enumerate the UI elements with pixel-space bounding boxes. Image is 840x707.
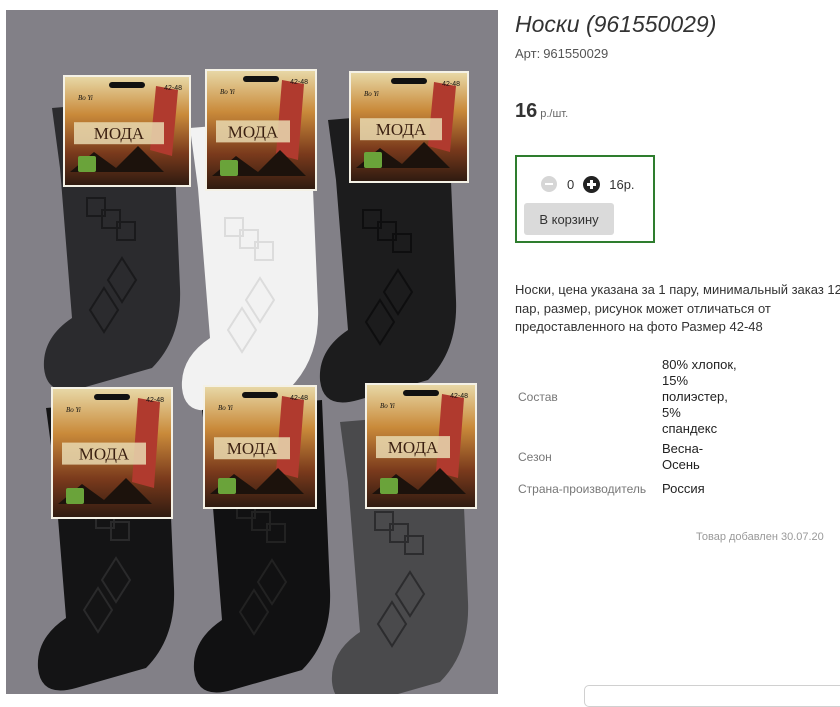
brand-text: МОДА bbox=[388, 438, 439, 457]
price-value: 16 bbox=[515, 100, 538, 122]
maker-text: Bo Yi bbox=[380, 402, 395, 410]
spec-value-line: 15% bbox=[662, 373, 689, 388]
brand-text: МОДА bbox=[227, 439, 278, 458]
quantity-value[interactable]: 0 bbox=[567, 177, 574, 192]
hang-hole bbox=[243, 76, 279, 82]
spec-value-country: Россия bbox=[662, 481, 705, 497]
quality-badge bbox=[66, 488, 84, 504]
package-label: МОДА 42-48 Bo Yi bbox=[51, 387, 173, 519]
spec-label-country: Страна-производитель bbox=[518, 482, 647, 496]
size-text: 42-48 bbox=[146, 397, 164, 404]
package-label: МОДА 42-48 Bo Yi bbox=[203, 385, 317, 509]
quantity-stepper: 0 16р. bbox=[541, 174, 635, 194]
maker-text: Bo Yi bbox=[66, 406, 81, 414]
spec-value-line: 80% хлопок, bbox=[662, 357, 737, 372]
size-text: 42-48 bbox=[442, 81, 460, 88]
spec-value-line: полиэстер, bbox=[662, 389, 728, 404]
quality-badge bbox=[78, 156, 96, 172]
sku: Арт: 961550029 bbox=[515, 46, 608, 61]
price-unit: р./шт. bbox=[540, 108, 569, 120]
spec-value-line: Осень bbox=[662, 457, 700, 472]
hang-hole bbox=[242, 392, 278, 398]
quality-badge bbox=[220, 160, 238, 176]
add-to-cart-button[interactable]: В корзину bbox=[524, 203, 614, 235]
brand-text: МОДА bbox=[79, 445, 130, 464]
sku-value: 961550029 bbox=[543, 46, 609, 61]
bottom-panel-edge bbox=[584, 685, 840, 707]
brand-text: МОДА bbox=[376, 120, 427, 139]
spec-value-line: спандекс bbox=[662, 421, 718, 436]
spec-label-composition: Состав bbox=[518, 390, 558, 404]
add-to-cart-panel: 0 16р. В корзину bbox=[515, 155, 655, 243]
maker-text: Bo Yi bbox=[78, 94, 93, 102]
package-label: МОДА 42-48 Bo Yi bbox=[63, 75, 191, 187]
sku-label: Арт: bbox=[515, 46, 541, 61]
added-date: Товар добавлен 30.07.20 bbox=[696, 531, 824, 543]
spec-value-season: Весна- Осень bbox=[662, 441, 703, 473]
price: 16 р./шт. bbox=[515, 100, 568, 123]
spec-value-line: Весна- bbox=[662, 441, 704, 456]
package-label: МОДА 42-48 Bo Yi bbox=[365, 383, 477, 509]
hang-hole bbox=[94, 394, 130, 400]
product-description: Носки, цена указана за 1 пару, минимальн… bbox=[515, 282, 840, 334]
product-image[interactable]: МОДА 42-48 Bo Yi МОДА 42-48 Bo Yi МОДА 42-48 Bo … bbox=[6, 10, 498, 694]
package-label: МОДА 42-48 Bo Yi bbox=[349, 71, 469, 183]
minus-circle-icon[interactable] bbox=[541, 176, 557, 192]
quality-badge bbox=[380, 478, 398, 494]
brand-text: МОДА bbox=[94, 124, 145, 143]
maker-text: Bo Yi bbox=[364, 90, 379, 98]
spec-value-line: Россия bbox=[662, 481, 705, 496]
brand-text: МОДА bbox=[228, 122, 279, 141]
plus-circle-icon[interactable] bbox=[583, 175, 601, 193]
package-label: МОДА 42-48 Bo Yi bbox=[205, 69, 317, 191]
hang-hole bbox=[403, 390, 439, 396]
hang-hole bbox=[109, 82, 145, 88]
size-text: 42-48 bbox=[450, 393, 468, 400]
spec-value-line: 5% bbox=[662, 405, 681, 420]
maker-text: Bo Yi bbox=[218, 404, 233, 412]
cart-total: 16р. bbox=[609, 176, 635, 192]
quality-badge bbox=[218, 478, 236, 494]
size-text: 42-48 bbox=[290, 79, 308, 86]
size-text: 42-48 bbox=[290, 395, 308, 402]
spec-label-season: Сезон bbox=[518, 450, 552, 464]
maker-text: Bo Yi bbox=[220, 88, 235, 96]
size-text: 42-48 bbox=[164, 85, 182, 92]
spec-value-composition: 80% хлопок, 15% полиэстер, 5% спандекс bbox=[662, 357, 737, 437]
hang-hole bbox=[391, 78, 427, 84]
quality-badge bbox=[364, 152, 382, 168]
product-title: Носки (961550029) bbox=[515, 11, 717, 37]
